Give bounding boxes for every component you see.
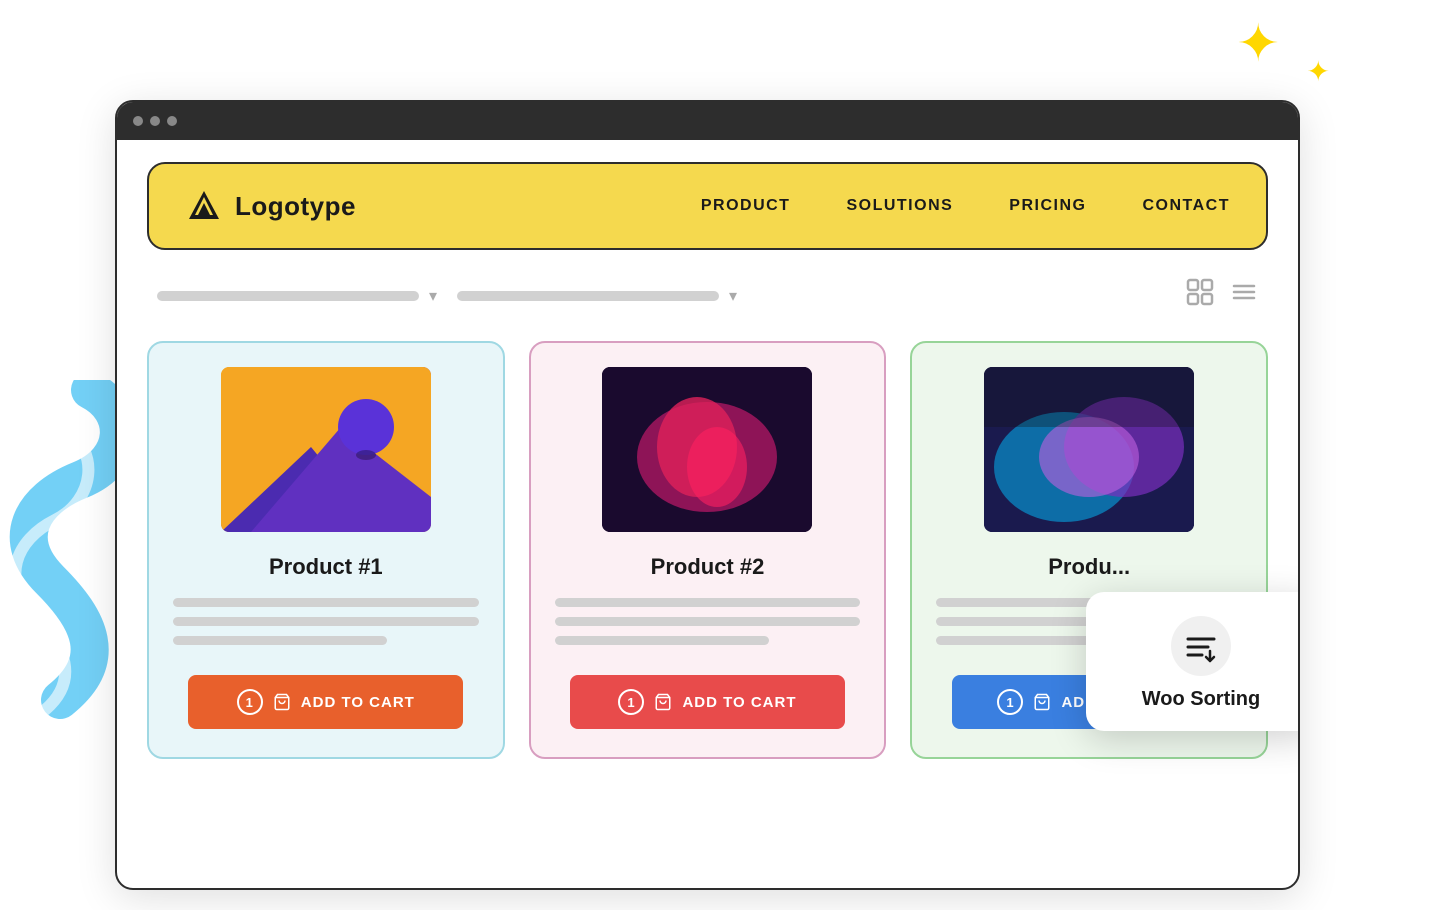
product-card-3: Produ... 1 ADD TO CAR... <box>910 341 1268 759</box>
product-name-1: Product #1 <box>269 554 383 580</box>
navbar: Logotype PRODUCT SOLUTIONS PRICING CONTA… <box>147 162 1268 250</box>
nav-product[interactable]: PRODUCT <box>701 197 791 215</box>
qty-circle-3: 1 <box>997 689 1023 715</box>
woo-sorting-label: Woo Sorting <box>1142 688 1261 711</box>
cart-icon-1 <box>273 693 291 711</box>
browser-content: Logotype PRODUCT SOLUTIONS PRICING CONTA… <box>117 140 1298 888</box>
splatter-effect <box>1024 432 1194 532</box>
woo-icon-wrap <box>1171 616 1231 676</box>
star-large-icon: ✦ <box>1236 18 1280 70</box>
chevron-down-icon-1: ▾ <box>429 286 437 306</box>
chevron-down-icon-2: ▾ <box>729 286 737 306</box>
nav-links: PRODUCT SOLUTIONS PRICING CONTACT <box>701 197 1230 215</box>
nav-pricing-link[interactable]: PRICING <box>1009 197 1086 214</box>
add-to-cart-label-2: ADD TO CART <box>682 694 796 711</box>
product-image-2 <box>602 367 812 532</box>
browser-dot-2 <box>150 116 160 126</box>
woo-sorting-icon <box>1182 627 1220 665</box>
browser-titlebar <box>117 102 1298 140</box>
add-to-cart-label-1: ADD TO CART <box>301 694 415 711</box>
filter-bar-1 <box>157 291 419 301</box>
product-name-2: Product #2 <box>651 554 765 580</box>
cart-icon-2 <box>654 693 672 711</box>
products-grid: Product #1 1 ADD TO CART <box>147 341 1268 759</box>
filter-dropdown-1[interactable]: ▾ <box>157 286 437 306</box>
qty-circle-1: 1 <box>237 689 263 715</box>
browser-dot-3 <box>167 116 177 126</box>
filter-dropdown-2[interactable]: ▾ <box>457 286 737 306</box>
product-line-1b <box>173 617 479 626</box>
browser-window: Logotype PRODUCT SOLUTIONS PRICING CONTA… <box>115 100 1300 890</box>
star-small-icon: ✦ <box>1307 58 1330 86</box>
logo[interactable]: Logotype <box>185 187 356 225</box>
product-card-2: Product #2 1 ADD TO CART <box>529 341 887 759</box>
squiggle-decoration <box>0 380 130 720</box>
product-lines-1 <box>173 598 479 655</box>
product-line-1a <box>173 598 479 607</box>
product-line-2c <box>555 636 769 645</box>
product-card-1: Product #1 1 ADD TO CART <box>147 341 505 759</box>
product-line-2b <box>555 617 861 626</box>
product-name-3: Produ... <box>1048 554 1130 580</box>
add-to-cart-button-1[interactable]: 1 ADD TO CART <box>188 675 463 729</box>
qty-circle-2: 1 <box>618 689 644 715</box>
browser-dot-1 <box>133 116 143 126</box>
nav-solutions-link[interactable]: SOLUTIONS <box>846 197 953 214</box>
logo-icon <box>185 187 223 225</box>
nav-contact[interactable]: CONTACT <box>1142 197 1230 215</box>
list-view-icon[interactable] <box>1230 278 1258 313</box>
filters-row: ▾ ▾ <box>147 278 1268 313</box>
nav-pricing[interactable]: PRICING <box>1009 197 1086 215</box>
product-lines-2 <box>555 598 861 655</box>
product-image-1 <box>221 367 431 532</box>
grid-view-icon[interactable] <box>1186 278 1214 313</box>
add-to-cart-button-2[interactable]: 1 ADD TO CART <box>570 675 845 729</box>
product-line-2a <box>555 598 861 607</box>
nav-contact-link[interactable]: CONTACT <box>1142 197 1230 214</box>
logo-text: Logotype <box>235 191 356 222</box>
filter-bar-2 <box>457 291 719 301</box>
cart-icon-3 <box>1033 693 1051 711</box>
woo-sorting-popup: Woo Sorting <box>1086 592 1298 731</box>
view-icons <box>1186 278 1258 313</box>
nav-product-link[interactable]: PRODUCT <box>701 197 791 214</box>
product-line-1c <box>173 636 387 645</box>
nav-solutions[interactable]: SOLUTIONS <box>846 197 953 215</box>
product-image-3 <box>984 367 1194 532</box>
